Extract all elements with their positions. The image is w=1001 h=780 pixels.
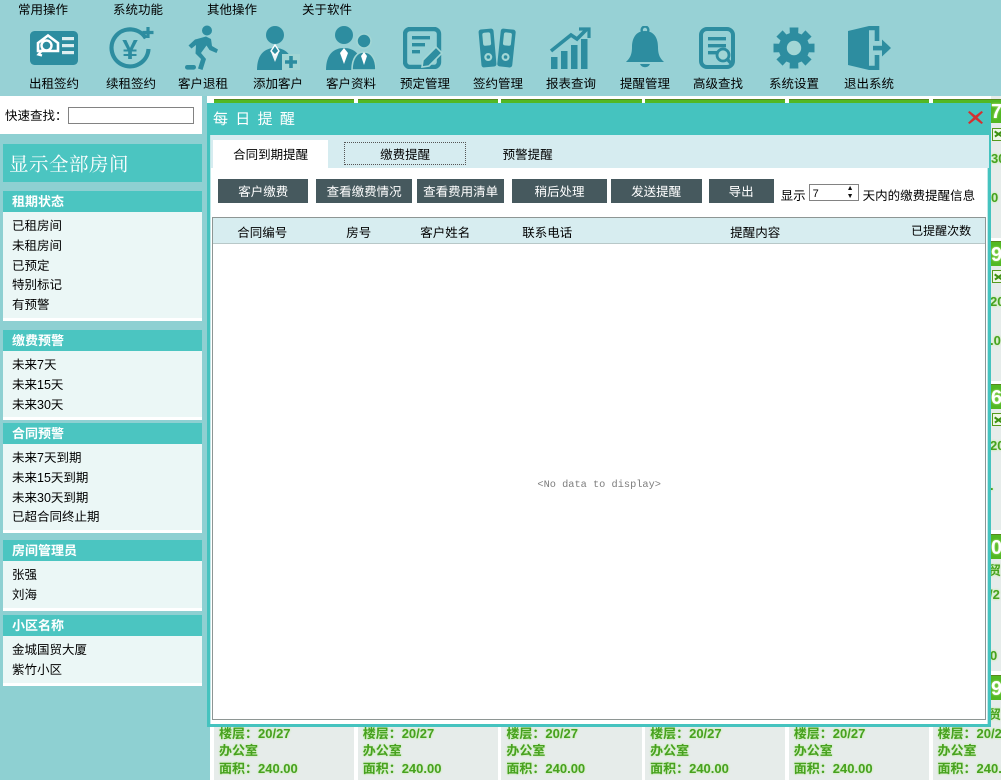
svg-text:¥: ¥: [122, 34, 138, 65]
